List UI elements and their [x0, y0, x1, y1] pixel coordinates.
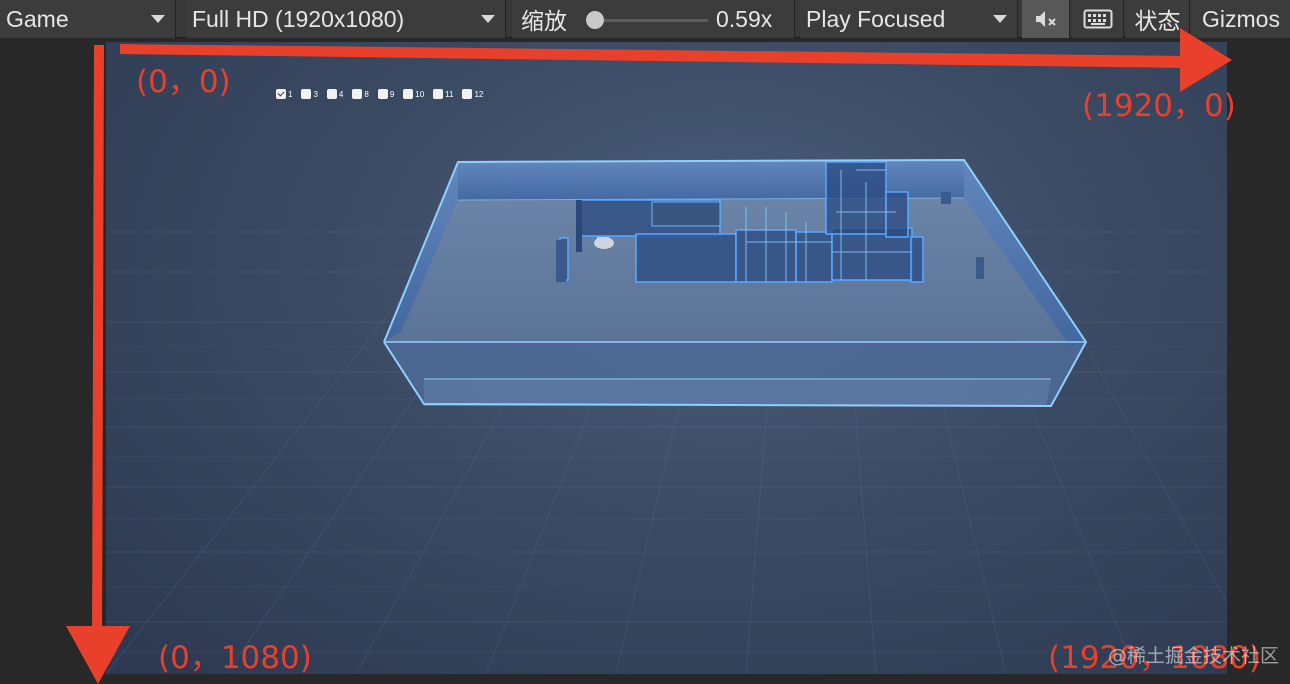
x-axis-arrow — [120, 28, 1232, 92]
top-right-coordinate-label: (1920，0) — [1082, 88, 1236, 124]
bottom-left-coordinate-label: (0，1080) — [158, 640, 312, 676]
y-axis-arrow — [66, 45, 130, 684]
origin-coordinate-label: (0，0) — [136, 64, 231, 100]
watermark-text: @稀土掘金技术社区 — [1108, 645, 1280, 667]
